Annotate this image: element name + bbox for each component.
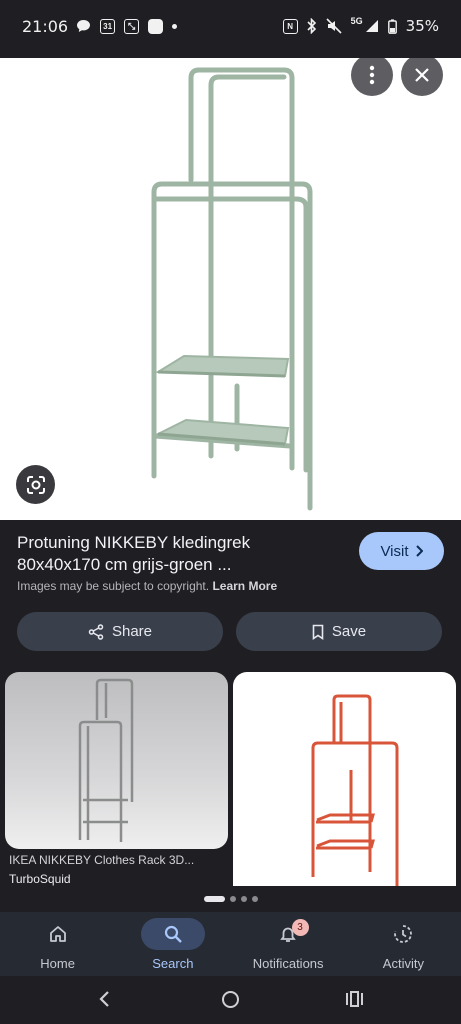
app-square-icon — [148, 18, 164, 34]
learn-more-link[interactable]: Learn More — [212, 579, 277, 593]
carousel-indicator — [204, 896, 258, 902]
nav-search-label: Search — [152, 956, 194, 971]
battery-percent: 35% — [405, 17, 439, 35]
nfc-icon: N — [282, 18, 298, 34]
carousel-dot — [230, 896, 236, 902]
battery-icon — [387, 18, 397, 34]
carousel-dot — [241, 896, 247, 902]
lens-icon — [26, 475, 45, 494]
search-icon — [164, 925, 182, 943]
save-label: Save — [331, 623, 367, 640]
carousel-dot — [252, 896, 258, 902]
green-clothes-rack-image — [151, 67, 313, 511]
hero-image[interactable] — [0, 58, 461, 520]
recent-apps-icon[interactable] — [345, 990, 364, 1008]
home-icon — [49, 926, 66, 942]
related-caption[interactable]: IKEA NIKKEBY Clothes Rack 3D... — [9, 853, 194, 867]
related-source: TurboSquid — [9, 872, 71, 886]
bluetooth-icon — [307, 18, 316, 34]
notification-badge: 3 — [291, 919, 309, 936]
nav-home-label: Home — [40, 956, 75, 971]
signal-icon — [365, 20, 378, 32]
share-button[interactable]: Share — [17, 612, 223, 651]
share-icon — [88, 623, 104, 640]
back-icon[interactable] — [98, 990, 110, 1008]
bottom-navigation: Home Search 3 Notifications Activity — [0, 912, 461, 976]
save-button[interactable]: Save — [236, 612, 442, 651]
close-icon — [415, 68, 429, 82]
result-title[interactable]: Protuning NIKKEBY kledingrek 80x40x170 c… — [17, 532, 337, 576]
calendar-icon: 31 — [100, 18, 116, 34]
nav-notifications[interactable]: 3 Notifications — [231, 912, 346, 976]
grey-clothes-rack-image — [78, 678, 134, 842]
related-image-card-2[interactable] — [233, 672, 456, 886]
related-image-card[interactable] — [5, 672, 228, 849]
status-time: 21:06 — [22, 16, 69, 36]
network-type: 5G — [350, 16, 363, 26]
nav-search[interactable]: Search — [115, 912, 230, 976]
app-notification-icon: ⤡ — [124, 18, 140, 34]
more-vert-icon — [369, 65, 375, 85]
copyright-notice: Images may be subject to copyright. Lear… — [17, 579, 277, 593]
red-clothes-rack-image — [311, 694, 399, 886]
google-lens-button[interactable] — [16, 465, 55, 504]
nav-home[interactable]: Home — [0, 912, 115, 976]
nav-activity[interactable]: Activity — [346, 912, 461, 976]
mute-icon — [326, 18, 342, 34]
system-navigation-bar — [0, 976, 461, 1024]
status-bar: 21:06 31 ⤡ N 5G 35% — [0, 0, 461, 52]
bookmark-icon — [312, 624, 324, 640]
home-circle-icon[interactable] — [221, 990, 240, 1009]
carousel-dot-active — [204, 896, 225, 902]
nav-notifications-label: Notifications — [252, 956, 324, 971]
share-label: Share — [111, 623, 153, 640]
chevron-right-icon — [415, 545, 423, 557]
visit-button[interactable]: Visit — [359, 532, 444, 570]
copyright-text: Images may be subject to copyright. — [17, 579, 210, 593]
chat-bubble-icon — [76, 19, 91, 34]
more-notifications-dot-icon — [172, 23, 178, 29]
activity-icon — [394, 925, 413, 943]
visit-label: Visit — [380, 542, 409, 560]
nav-activity-label: Activity — [382, 956, 424, 971]
